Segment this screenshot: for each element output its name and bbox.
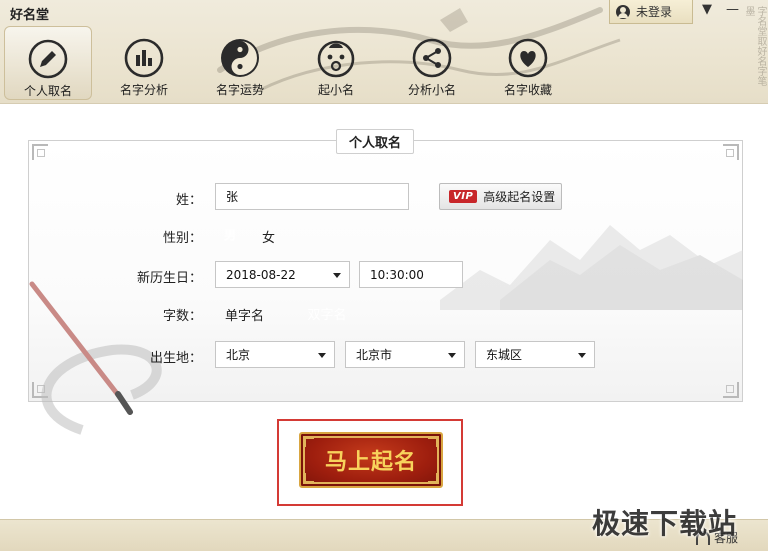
tab-name-analysis[interactable]: 名字分析 bbox=[100, 26, 188, 100]
corner-ornament bbox=[723, 144, 739, 160]
generate-name-button[interactable]: 马上起名 bbox=[299, 432, 443, 488]
fret-ornament bbox=[304, 473, 314, 483]
corner-ornament bbox=[32, 144, 48, 160]
name-length-label: 字数： bbox=[162, 309, 202, 324]
chevron-down-icon bbox=[448, 353, 456, 358]
surname-input[interactable]: 张 bbox=[215, 183, 409, 210]
gender-male-option[interactable]: 男 bbox=[217, 222, 243, 246]
login-button[interactable]: 未登录 bbox=[609, 0, 693, 24]
tab-nickname-analysis[interactable]: 分析小名 bbox=[388, 26, 476, 100]
panel-title: 个人取名 bbox=[336, 129, 414, 154]
gender-label: 性别： bbox=[162, 231, 202, 246]
city-value: 北京市 bbox=[356, 348, 393, 362]
tab-name-favorites[interactable]: 名字收藏 bbox=[484, 26, 572, 100]
bar-chart-icon bbox=[124, 38, 164, 78]
advanced-settings-button[interactable]: VIP 高级起名设置 bbox=[439, 183, 562, 210]
site-watermark: 极速下载站 bbox=[592, 507, 738, 540]
chevron-down-icon bbox=[318, 353, 326, 358]
yin-yang-icon bbox=[221, 39, 259, 77]
minimize-button[interactable]: — bbox=[726, 2, 739, 17]
tab-label: 起小名 bbox=[317, 83, 354, 97]
province-select[interactable]: 北京 bbox=[215, 341, 335, 368]
tab-label: 分析小名 bbox=[407, 83, 456, 97]
single-char-option[interactable]: 单字名 bbox=[225, 305, 264, 324]
gender-female-option[interactable]: 女 bbox=[262, 227, 275, 246]
birthdate-value: 2018-08-22 bbox=[226, 267, 296, 282]
corner-ornament bbox=[723, 382, 739, 398]
baby-face-icon bbox=[317, 40, 355, 78]
login-label: 未登录 bbox=[636, 5, 673, 19]
surname-label: 姓： bbox=[175, 193, 202, 208]
advanced-settings-label: 高级起名设置 bbox=[483, 190, 556, 204]
tab-label: 名字运势 bbox=[215, 83, 264, 97]
menu-dropdown-button[interactable]: ▼ bbox=[702, 2, 712, 17]
birthdate-label: 新历生日： bbox=[136, 271, 202, 286]
birthdate-picker[interactable]: 2018-08-22 bbox=[215, 261, 350, 288]
chevron-down-icon bbox=[578, 353, 586, 358]
calligraphy-decoration: 字名堂取好名字笔墨 bbox=[743, 6, 766, 86]
double-char-option[interactable]: 双字名 bbox=[290, 301, 364, 325]
main-toolbar: 个人取名 名字分析 名字运势 起小名 分析小名 名字收藏 bbox=[0, 26, 600, 102]
user-icon bbox=[616, 4, 630, 19]
app-title: 好名堂 bbox=[10, 8, 50, 23]
birthtime-input[interactable]: 10:30:00 bbox=[359, 261, 463, 288]
tab-label: 名字分析 bbox=[119, 83, 168, 97]
tab-label: 个人取名 bbox=[23, 84, 72, 98]
share-icon bbox=[412, 38, 452, 78]
tab-personal-naming[interactable]: 个人取名 bbox=[4, 26, 92, 100]
district-value: 东城区 bbox=[486, 348, 523, 362]
generate-name-label: 马上起名 bbox=[324, 450, 417, 475]
heart-icon bbox=[508, 38, 548, 78]
tab-label: 名字收藏 bbox=[503, 83, 552, 97]
tab-nickname[interactable]: 起小名 bbox=[292, 26, 380, 100]
birthplace-label: 出生地： bbox=[149, 351, 202, 366]
province-value: 北京 bbox=[226, 348, 251, 362]
city-select[interactable]: 北京市 bbox=[345, 341, 465, 368]
tab-name-fortune[interactable]: 名字运势 bbox=[196, 26, 284, 100]
vip-badge: VIP bbox=[449, 190, 478, 203]
fret-ornament bbox=[428, 437, 438, 447]
pen-icon bbox=[28, 39, 68, 79]
chevron-down-icon bbox=[333, 273, 341, 278]
district-select[interactable]: 东城区 bbox=[475, 341, 595, 368]
fret-ornament bbox=[428, 473, 438, 483]
fret-ornament bbox=[304, 437, 314, 447]
